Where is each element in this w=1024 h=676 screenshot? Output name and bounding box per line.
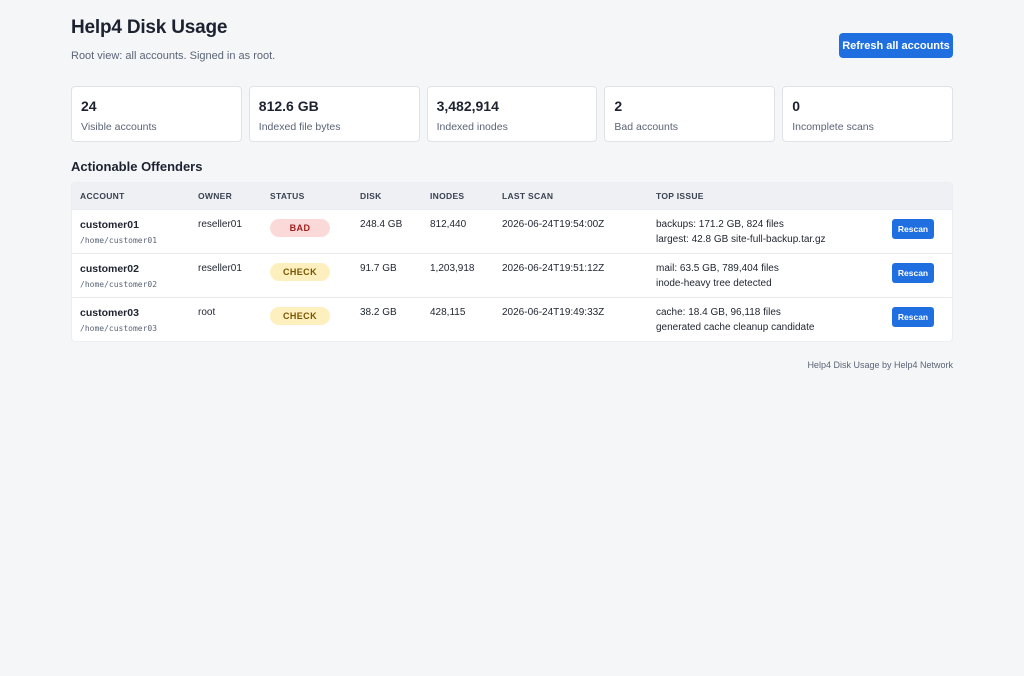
cell-account: customer01 /home/customer01 bbox=[72, 209, 190, 253]
column-header-actions bbox=[884, 183, 952, 209]
status-badge: BAD bbox=[270, 218, 330, 237]
offenders-table-wrapper: ACCOUNT OWNER STATUS DISK INODES LAST SC… bbox=[71, 182, 953, 342]
cell-top-issue: mail: 63.5 GB, 789,404 files inode-heavy… bbox=[648, 253, 884, 297]
cell-actions: Rescan bbox=[884, 253, 952, 297]
issue-line: backups: 171.2 GB, 824 files bbox=[656, 218, 784, 230]
page-title: Help4 Disk Usage bbox=[71, 17, 228, 38]
offenders-table: ACCOUNT OWNER STATUS DISK INODES LAST SC… bbox=[72, 183, 952, 341]
cell-inodes: 812,440 bbox=[430, 218, 467, 230]
issue-line: inode-heavy tree detected bbox=[656, 277, 772, 289]
page: Help4 Disk Usage Root view: all accounts… bbox=[0, 0, 1024, 676]
cell-status: BAD bbox=[262, 209, 352, 253]
account-path: /home/customer01 bbox=[80, 235, 158, 245]
account-name: customer02 bbox=[80, 262, 139, 275]
main-container: Help4 Disk Usage Root view: all accounts… bbox=[71, 0, 953, 370]
status-badge: CHECK bbox=[270, 306, 330, 325]
account-name: customer03 bbox=[80, 306, 139, 319]
column-header-account: ACCOUNT bbox=[80, 190, 125, 201]
issue-line: cache: 18.4 GB, 96,118 files bbox=[656, 306, 781, 318]
refresh-all-accounts-button[interactable]: Refresh all accounts bbox=[839, 33, 953, 58]
account-path: /home/customer02 bbox=[80, 279, 158, 289]
cell-status: CHECK bbox=[262, 253, 352, 297]
section-title-offenders: Actionable Offenders bbox=[71, 159, 203, 174]
column-header-owner: OWNER bbox=[198, 190, 233, 201]
column-header-last-scan: LAST SCAN bbox=[502, 190, 554, 201]
cell-last-scan: 2026-06-24T19:54:00Z bbox=[502, 218, 605, 230]
table-row: customer02 /home/customer02 reseller01 C… bbox=[72, 253, 952, 297]
cell-inodes: 1,203,918 bbox=[430, 262, 475, 274]
summary-cards: 24 Visible accounts 812.6 GB Indexed fil… bbox=[71, 86, 953, 142]
cell-owner: root bbox=[198, 306, 216, 318]
column-header-top-issue: TOP ISSUE bbox=[656, 190, 704, 201]
cell-account: customer02 /home/customer02 bbox=[72, 253, 190, 297]
cell-actions: Rescan bbox=[884, 209, 952, 253]
cell-disk: 38.2 GB bbox=[360, 306, 397, 318]
status-badge: CHECK bbox=[270, 262, 330, 281]
card-indexed-inodes: 3,482,914 Indexed inodes bbox=[426, 86, 598, 142]
cell-last-scan: 2026-06-24T19:51:12Z bbox=[502, 262, 605, 274]
card-incomplete-scans: 0 Incomplete scans bbox=[782, 86, 953, 142]
cell-owner: reseller01 bbox=[198, 218, 242, 230]
rescan-button[interactable]: Rescan bbox=[892, 262, 934, 283]
account-path: /home/customer03 bbox=[80, 323, 158, 333]
page-header: Help4 Disk Usage Root view: all accounts… bbox=[71, 0, 953, 86]
cell-inodes: 428,115 bbox=[430, 306, 466, 318]
card-value: 3,482,914 bbox=[436, 98, 499, 114]
column-header-inodes: INODES bbox=[430, 190, 465, 201]
issue-line: generated cache cleanup candidate bbox=[656, 321, 815, 333]
rescan-button[interactable]: Rescan bbox=[892, 306, 934, 327]
table-row: customer03 /home/customer03 root CHECK 3… bbox=[72, 297, 952, 341]
card-value: 0 bbox=[792, 98, 800, 114]
card-label: Indexed inodes bbox=[436, 121, 508, 133]
card-bad-accounts: 2 Bad accounts bbox=[604, 86, 776, 142]
table-row: customer01 /home/customer01 reseller01 B… bbox=[72, 209, 952, 253]
cell-top-issue: cache: 18.4 GB, 96,118 files generated c… bbox=[648, 297, 884, 341]
card-visible-accounts: 24 Visible accounts bbox=[71, 86, 242, 142]
card-value: 24 bbox=[81, 98, 97, 114]
column-header-disk: DISK bbox=[360, 190, 382, 201]
column-header-status: STATUS bbox=[270, 190, 305, 201]
cell-owner: reseller01 bbox=[198, 262, 242, 274]
card-label: Incomplete scans bbox=[792, 121, 874, 133]
card-label: Visible accounts bbox=[81, 121, 157, 133]
card-value: 2 bbox=[614, 98, 623, 114]
card-label: Bad accounts bbox=[614, 121, 679, 133]
issue-line: mail: 63.5 GB, 789,404 files bbox=[656, 262, 779, 274]
cell-disk: 248.4 GB bbox=[360, 218, 403, 230]
cell-top-issue: backups: 171.2 GB, 824 files largest: 42… bbox=[648, 209, 884, 253]
account-name: customer01 bbox=[80, 218, 139, 231]
table-header-row: ACCOUNT OWNER STATUS DISK INODES LAST SC… bbox=[72, 183, 952, 209]
page-subtitle: Root view: all accounts. Signed in as ro… bbox=[71, 50, 276, 62]
footer: Help4 Disk Usage by Help4 Network bbox=[807, 360, 953, 370]
card-value: 812.6 GB bbox=[258, 98, 319, 114]
cell-account: customer03 /home/customer03 bbox=[72, 297, 190, 341]
cell-actions: Rescan bbox=[884, 297, 952, 341]
card-label: Indexed file bytes bbox=[258, 121, 341, 133]
cell-disk: 91.7 GB bbox=[360, 262, 397, 274]
cell-status: CHECK bbox=[262, 297, 352, 341]
cell-last-scan: 2026-06-24T19:49:33Z bbox=[502, 306, 605, 318]
issue-line: largest: 42.8 GB site-full-backup.tar.gz bbox=[656, 233, 826, 245]
rescan-button[interactable]: Rescan bbox=[892, 218, 934, 239]
card-indexed-file-bytes: 812.6 GB Indexed file bytes bbox=[248, 86, 420, 142]
